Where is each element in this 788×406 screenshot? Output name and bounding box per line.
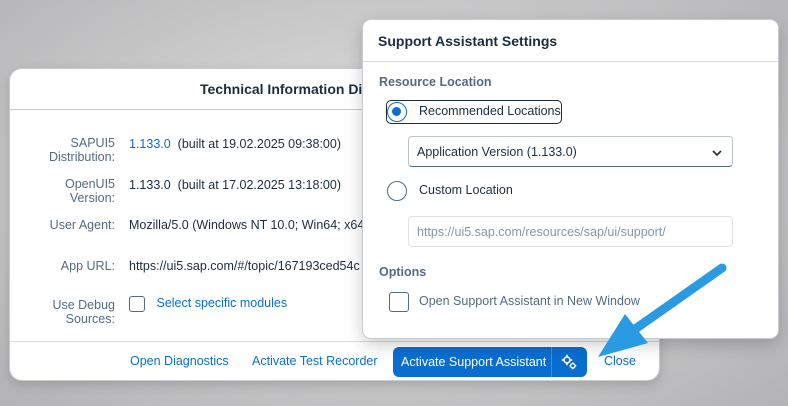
chevron-down-icon[interactable] bbox=[711, 146, 723, 164]
debug-sources-label: Use Debug Sources: bbox=[52, 298, 115, 326]
dialog-footer: Open Diagnostics Activate Test Recorder … bbox=[10, 341, 659, 380]
popover-header: Support Assistant Settings bbox=[363, 20, 778, 62]
sapui5-build-date: (built at 19.02.2025 09:38:00) bbox=[177, 137, 341, 151]
debug-sources-checkbox[interactable] bbox=[129, 296, 145, 312]
app-url-label: App URL: bbox=[60, 259, 115, 273]
user-agent-label: User Agent: bbox=[49, 218, 115, 232]
split-button-separator bbox=[551, 347, 552, 377]
new-window-label: Open Support Assistant in New Window bbox=[419, 294, 640, 308]
select-specific-modules-link[interactable]: Select specific modules bbox=[156, 296, 287, 310]
custom-location-radio[interactable] bbox=[387, 181, 407, 201]
open-diagnostics-button[interactable]: Open Diagnostics bbox=[130, 354, 229, 368]
app-url-value: https://ui5.sap.com/#/topic/167193ced54c bbox=[129, 259, 360, 273]
activate-support-assistant-button[interactable]: Activate Support Assistant bbox=[401, 355, 546, 369]
gears-icon[interactable] bbox=[561, 354, 577, 373]
recommended-locations-radio[interactable] bbox=[387, 102, 407, 122]
custom-location-label: Custom Location bbox=[419, 183, 513, 197]
activate-support-assistant-split-button: Activate Support Assistant bbox=[393, 347, 587, 377]
sapui5-version-link[interactable]: 1.133.0 bbox=[129, 137, 171, 151]
sapui5-distribution-label: SAPUI5 Distribution: bbox=[49, 136, 115, 164]
activate-test-recorder-button[interactable]: Activate Test Recorder bbox=[252, 354, 378, 368]
close-button[interactable]: Close bbox=[604, 354, 636, 368]
user-agent-value: Mozilla/5.0 (Windows NT 10.0; Win64; x64 bbox=[129, 218, 365, 232]
new-window-checkbox[interactable] bbox=[389, 292, 409, 312]
support-assistant-settings-popover: Support Assistant Settings Resource Loca… bbox=[363, 20, 778, 338]
select-value: Application Version (1.133.0) bbox=[417, 145, 577, 159]
popover-title: Support Assistant Settings bbox=[378, 33, 558, 49]
options-heading: Options bbox=[379, 265, 427, 279]
custom-location-input[interactable]: https://ui5.sap.com/resources/sap/ui/sup… bbox=[408, 216, 733, 247]
custom-location-placeholder: https://ui5.sap.com/resources/sap/ui/sup… bbox=[417, 225, 666, 239]
resource-location-heading: Resource Location bbox=[379, 75, 492, 89]
application-version-select[interactable]: Application Version (1.133.0) bbox=[408, 136, 733, 167]
recommended-locations-label: Recommended Locations bbox=[419, 104, 561, 118]
new-window-option[interactable]: Open Support Assistant in New Window bbox=[389, 292, 640, 312]
openui5-version-label: OpenUI5 Version: bbox=[64, 177, 115, 205]
openui5-build-date: (built at 17.02.2025 13:18:00) bbox=[177, 178, 341, 192]
openui5-version-value: 1.133.0 bbox=[129, 178, 171, 192]
dialog-title: Technical Information Di bbox=[200, 81, 363, 97]
